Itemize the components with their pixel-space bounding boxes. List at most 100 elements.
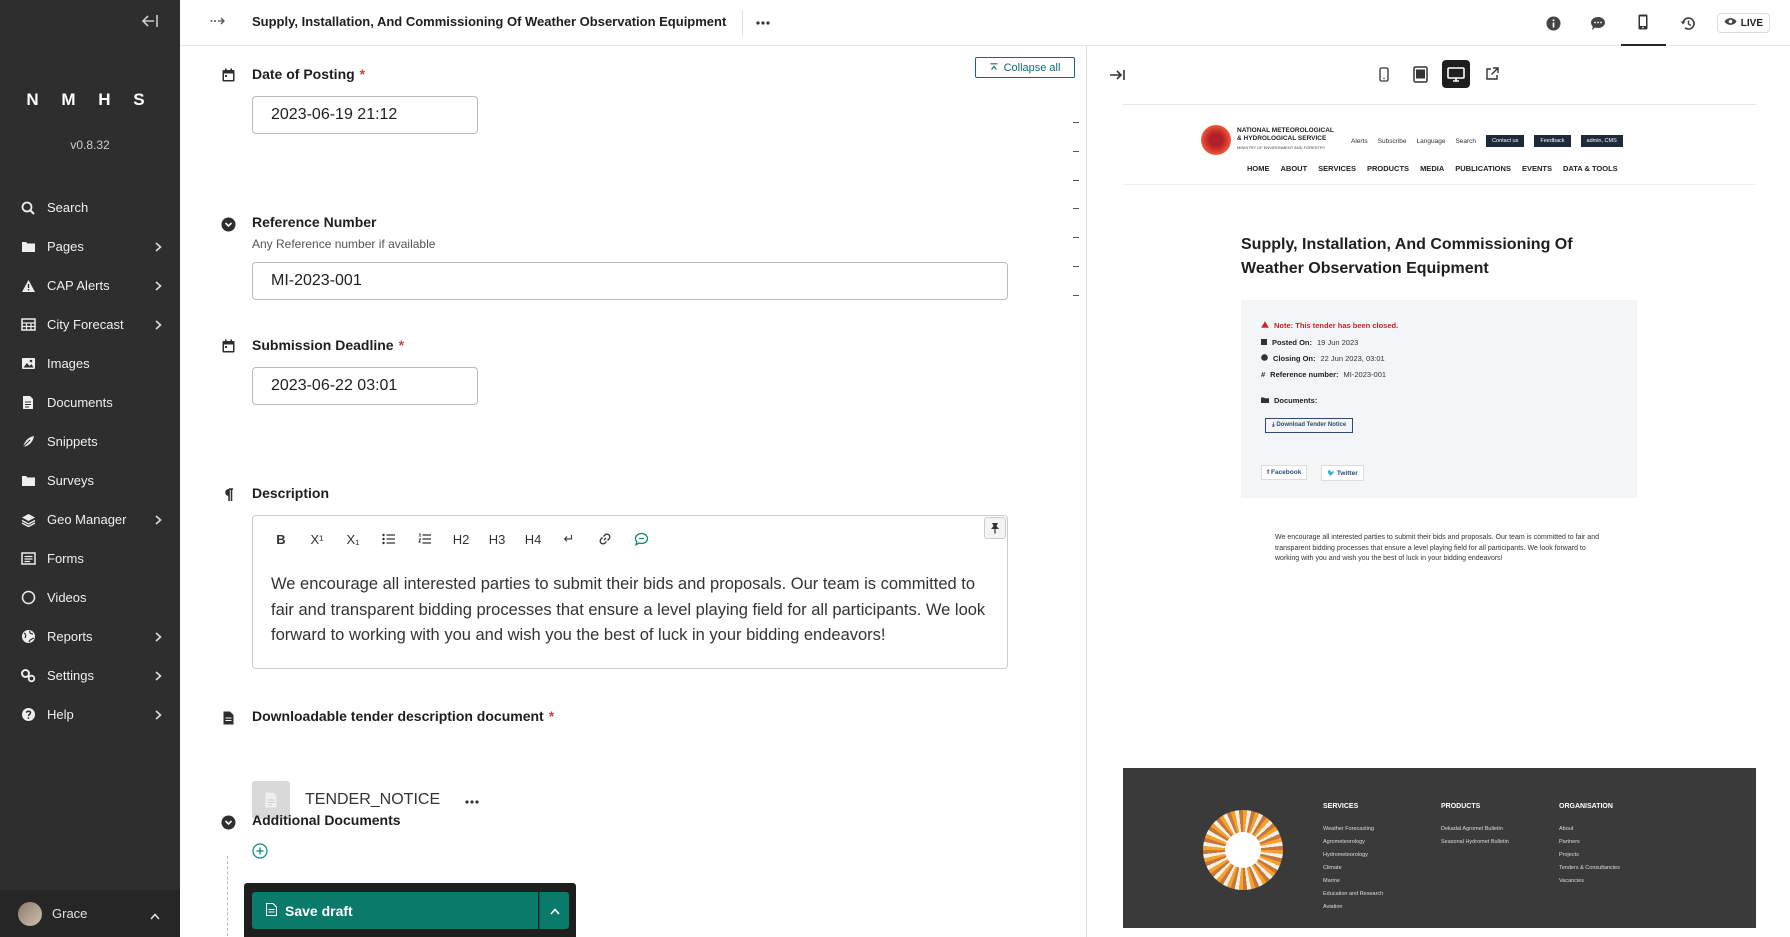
site-nav-item[interactable]: PUBLICATIONS <box>1455 164 1511 173</box>
footer-link[interactable]: Seasonal Hydromet Bulletin <box>1441 836 1509 849</box>
document-actions-icon[interactable] <box>465 791 479 809</box>
footer-link[interactable]: Climate <box>1323 862 1383 875</box>
sidebar-item-label: Geo Manager <box>47 512 127 527</box>
sidebar-item-help[interactable]: Help <box>0 695 180 734</box>
chevron-down-circle-icon[interactable] <box>220 814 236 830</box>
comments-icon[interactable] <box>1576 0 1621 46</box>
tender-closed-note: Note: This tender has been closed. <box>1261 321 1398 330</box>
sidebar-item-images[interactable]: Images <box>0 344 180 383</box>
site-nav-item[interactable]: ABOUT <box>1281 164 1308 173</box>
description-rich-text-editor[interactable]: B X¹ X₁ H2 H3 H4 ↵ We encourage all inte… <box>252 515 1008 669</box>
site-nav-item[interactable]: EVENTS <box>1522 164 1552 173</box>
footer-link[interactable]: Weather Forecasting <box>1323 823 1383 836</box>
eye-icon <box>1724 17 1737 29</box>
sidebar-item-snippets[interactable]: Snippets <box>0 422 180 461</box>
more-actions-icon[interactable] <box>756 12 770 30</box>
footer-link[interactable]: About <box>1559 823 1620 836</box>
bold-button[interactable]: B <box>263 525 299 553</box>
more-save-actions-button[interactable] <box>539 892 569 929</box>
sidebar-item-city-forecast[interactable]: City Forecast <box>0 305 180 344</box>
site-nav-item[interactable]: MEDIA <box>1420 164 1444 173</box>
preview-size-switcher <box>1370 60 1506 88</box>
feedback-button[interactable]: Feedback <box>1534 135 1571 147</box>
account-menu[interactable]: Grace <box>0 890 180 937</box>
search-link[interactable]: Search <box>1455 138 1476 145</box>
footer-link[interactable]: Education and Research <box>1323 888 1383 901</box>
desktop-size-icon[interactable] <box>1442 60 1470 88</box>
mobile-preview-icon[interactable] <box>1620 0 1666 46</box>
calendar-icon <box>220 67 236 83</box>
sidebar-item-reports[interactable]: Reports <box>0 617 180 656</box>
save-draft-button[interactable]: Save draft <box>252 892 538 929</box>
submission-deadline-input[interactable]: 2023-06-22 03:01 <box>252 367 478 405</box>
nmhs-logo[interactable] <box>1201 125 1231 155</box>
tablet-size-icon[interactable] <box>1406 60 1434 88</box>
superscript-button[interactable]: X¹ <box>299 525 335 553</box>
open-in-new-tab-icon[interactable] <box>1478 60 1506 88</box>
sidebar-item-cap-alerts[interactable]: CAP Alerts <box>0 266 180 305</box>
footer-link[interactable]: Partners <box>1559 836 1620 849</box>
comment-button[interactable] <box>623 525 659 553</box>
chevron-right-icon <box>155 279 162 294</box>
clock-icon <box>1261 354 1268 363</box>
rich-text-toolbar: B X¹ X₁ H2 H3 H4 ↵ <box>263 525 659 553</box>
language-link[interactable]: Language <box>1417 138 1446 145</box>
heading-3-button[interactable]: H3 <box>479 525 515 553</box>
footer-link[interactable]: Tenders & Consultancies <box>1559 862 1620 875</box>
site-nav-item[interactable]: HOME <box>1247 164 1270 173</box>
contact-us-button[interactable]: Contact us <box>1486 135 1525 147</box>
search-icon <box>20 200 36 216</box>
footer-link[interactable]: Marine <box>1323 875 1383 888</box>
breadcrumb-toggle-icon[interactable] <box>210 14 226 29</box>
calendar-icon <box>220 338 236 354</box>
sidebar-item-geo-manager[interactable]: Geo Manager <box>0 500 180 539</box>
alerts-link[interactable]: Alerts <box>1351 138 1368 145</box>
bulleted-list-button[interactable] <box>371 525 407 553</box>
date-of-posting-input[interactable]: 2023-06-19 21:12 <box>252 96 478 134</box>
twitter-share-button[interactable]: 🐦 Twitter <box>1321 465 1364 481</box>
subscribe-link[interactable]: Subscribe <box>1378 138 1407 145</box>
facebook-share-button[interactable]: f Facebook <box>1261 465 1308 480</box>
footer-link[interactable]: Aviation <box>1323 901 1383 914</box>
subscript-button[interactable]: X₁ <box>335 525 371 553</box>
admin-cms-button[interactable]: admin, CMS <box>1580 135 1623 147</box>
numbered-list-icon <box>418 533 431 544</box>
site-nav-item[interactable]: DATA & TOOLS <box>1563 164 1618 173</box>
line-break-button[interactable]: ↵ <box>551 525 587 553</box>
mobile-size-icon[interactable] <box>1370 60 1398 88</box>
heading-2-button[interactable]: H2 <box>443 525 479 553</box>
history-icon[interactable] <box>1666 0 1711 46</box>
live-status-badge[interactable]: LIVE <box>1716 13 1770 33</box>
sidebar-item-settings[interactable]: Settings <box>0 656 180 695</box>
info-icon[interactable] <box>1531 0 1576 46</box>
sidebar-item-pages[interactable]: Pages <box>0 227 180 266</box>
heading-4-button[interactable]: H4 <box>515 525 551 553</box>
comment-icon <box>634 532 648 546</box>
sidebar-item-search[interactable]: Search <box>0 188 180 227</box>
chevron-down-circle-icon[interactable] <box>220 216 236 232</box>
footer-link[interactable]: Projects <box>1559 849 1620 862</box>
sidebar-item-surveys[interactable]: Surveys <box>0 461 180 500</box>
minimap[interactable] <box>1073 46 1086 937</box>
collapse-all-button[interactable]: Collapse all <box>975 57 1075 78</box>
close-preview-panel-icon[interactable] <box>1109 68 1125 86</box>
add-block-icon[interactable] <box>252 843 268 859</box>
description-text[interactable]: We encourage all interested parties to s… <box>271 572 991 649</box>
numbered-list-button[interactable] <box>407 525 443 553</box>
site-nav-item[interactable]: PRODUCTS <box>1367 164 1409 173</box>
collapse-sidebar-icon[interactable] <box>141 14 158 33</box>
link-button[interactable] <box>587 525 623 553</box>
footer-link[interactable]: Vacancies <box>1559 875 1620 888</box>
footer-link[interactable]: Agrometeorology <box>1323 836 1383 849</box>
site-nav-item[interactable]: SERVICES <box>1318 164 1356 173</box>
brand-title[interactable]: N M H S <box>0 90 180 110</box>
reference-number-input[interactable]: MI-2023-001 <box>252 262 1008 300</box>
sidebar-item-documents[interactable]: Documents <box>0 383 180 422</box>
download-tender-notice-button[interactable]: ⤓ Download Tender Notice <box>1265 418 1354 433</box>
pin-toolbar-icon[interactable] <box>984 517 1006 539</box>
table-icon <box>20 317 36 333</box>
sidebar-item-videos[interactable]: Videos <box>0 578 180 617</box>
footer-link[interactable]: Hydrometeorology <box>1323 849 1383 862</box>
sidebar-item-forms[interactable]: Forms <box>0 539 180 578</box>
footer-link[interactable]: Dekadal Agromet Bulletin <box>1441 823 1509 836</box>
